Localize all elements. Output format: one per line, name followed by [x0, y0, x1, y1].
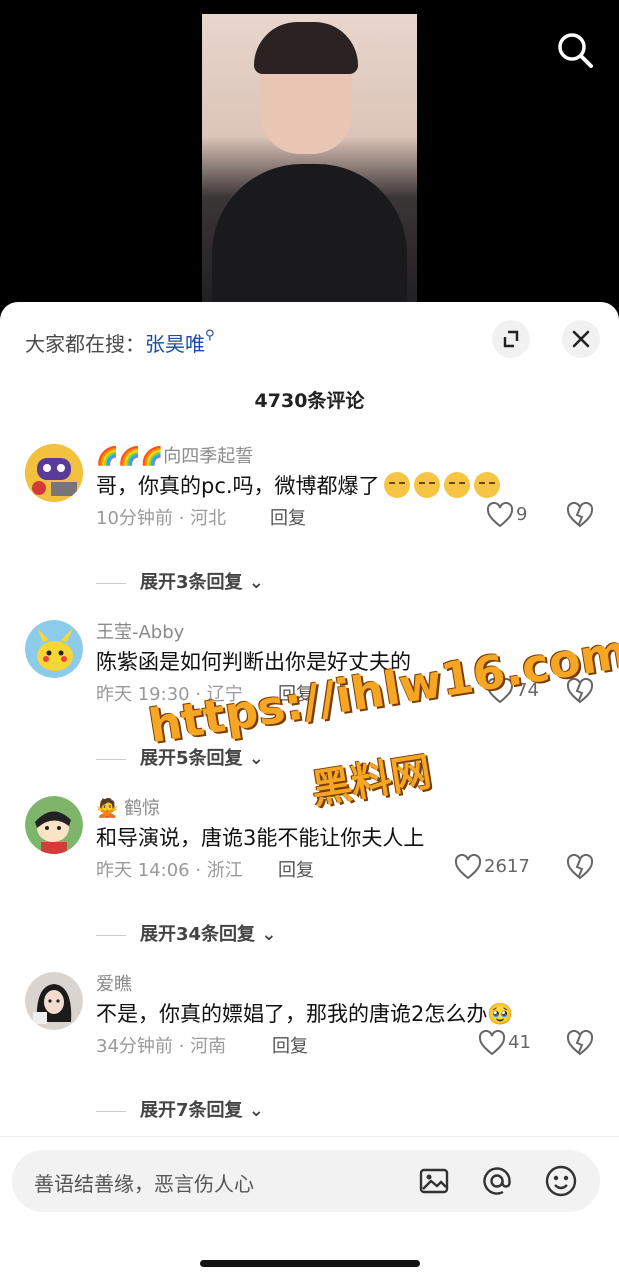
hot-search-prefix: 大家都在搜：	[25, 332, 145, 356]
hot-search[interactable]: 大家都在搜：张昊唯⚲	[25, 328, 215, 357]
expand-replies[interactable]: 展开3条回复 ⌄	[96, 568, 264, 594]
expand-replies[interactable]: 展开7条回复 ⌄	[96, 1096, 264, 1122]
heart-icon	[486, 678, 514, 704]
image-icon[interactable]	[417, 1164, 451, 1198]
avatar[interactable]	[25, 796, 83, 854]
like-count: 9	[516, 504, 528, 525]
emoji-icon	[413, 472, 440, 498]
at-icon[interactable]	[480, 1164, 514, 1198]
hot-search-keyword[interactable]: 张昊唯	[145, 332, 205, 356]
comment-text: 哥，你真的pc.吗，微博都爆了	[96, 470, 500, 500]
reply-button[interactable]: 回复	[278, 856, 314, 882]
comment-meta: 昨天 19:30 · 辽宁	[96, 684, 243, 705]
comment-text: 陈紫函是如何判断出你是好丈夫的	[96, 650, 411, 674]
dislike-icon[interactable]	[566, 853, 594, 884]
username[interactable]: 🌈🌈🌈向四季起誓	[96, 442, 253, 468]
dislike-icon[interactable]	[566, 1029, 594, 1060]
emoji-picker-icon[interactable]	[544, 1164, 578, 1198]
reply-button[interactable]: 回复	[272, 1032, 308, 1058]
avatar[interactable]	[25, 620, 83, 678]
emoji-icon	[473, 472, 500, 498]
heart-icon	[454, 854, 482, 880]
reply-button[interactable]: 回复	[270, 504, 306, 530]
comment-meta: 34分钟前 · 河南	[96, 1036, 227, 1057]
close-icon[interactable]	[562, 320, 600, 358]
video-frame	[202, 14, 417, 320]
dislike-icon[interactable]	[566, 501, 594, 532]
avatar[interactable]	[25, 972, 83, 1030]
like-count: 41	[508, 1032, 531, 1053]
reply-button[interactable]: 回复	[278, 680, 314, 706]
video-player[interactable]	[0, 0, 619, 320]
emoji-icon	[383, 472, 410, 498]
heart-icon	[486, 502, 514, 528]
username[interactable]: 王莹-Abby	[96, 618, 184, 644]
like-count: 74	[516, 680, 539, 701]
comment-input[interactable]: 善语结善缘，恶言伤人心	[12, 1150, 600, 1212]
comment-text: 不是，你真的嫖娼了，那我的唐诡2怎么办🥹	[96, 1002, 514, 1026]
dislike-icon[interactable]	[566, 677, 594, 708]
comment-text: 和导演说，唐诡3能不能让你夫人上	[96, 826, 425, 850]
search-icon[interactable]	[555, 30, 595, 70]
home-indicator[interactable]	[200, 1260, 420, 1267]
expand-replies[interactable]: 展开34条回复 ⌄	[96, 920, 276, 946]
expand-icon[interactable]	[492, 320, 530, 358]
like-count: 2617	[484, 856, 530, 877]
username[interactable]: 爱瞧	[96, 970, 132, 996]
person-body	[212, 164, 407, 320]
small-search-icon: ⚲	[205, 328, 215, 343]
comment-input-placeholder: 善语结善缘，恶言伤人心	[34, 1172, 254, 1196]
emoji-icon	[443, 472, 470, 498]
comment-sheet: 大家都在搜：张昊唯⚲ 4730条评论 🌈🌈🌈向四季起誓 哥，你真的pc.吗，微博…	[0, 302, 619, 1280]
avatar[interactable]	[25, 444, 83, 502]
comment-meta: 昨天 14:06 · 浙江	[96, 860, 243, 881]
comment-count: 4730条评论	[254, 390, 365, 412]
expand-replies[interactable]: 展开5条回复 ⌄	[96, 744, 264, 770]
username[interactable]: 🙅 鹤惊	[96, 794, 160, 820]
comment-meta: 10分钟前 · 河北	[96, 508, 227, 529]
divider	[0, 1136, 619, 1137]
person-hair	[254, 22, 358, 74]
heart-icon	[478, 1030, 506, 1056]
